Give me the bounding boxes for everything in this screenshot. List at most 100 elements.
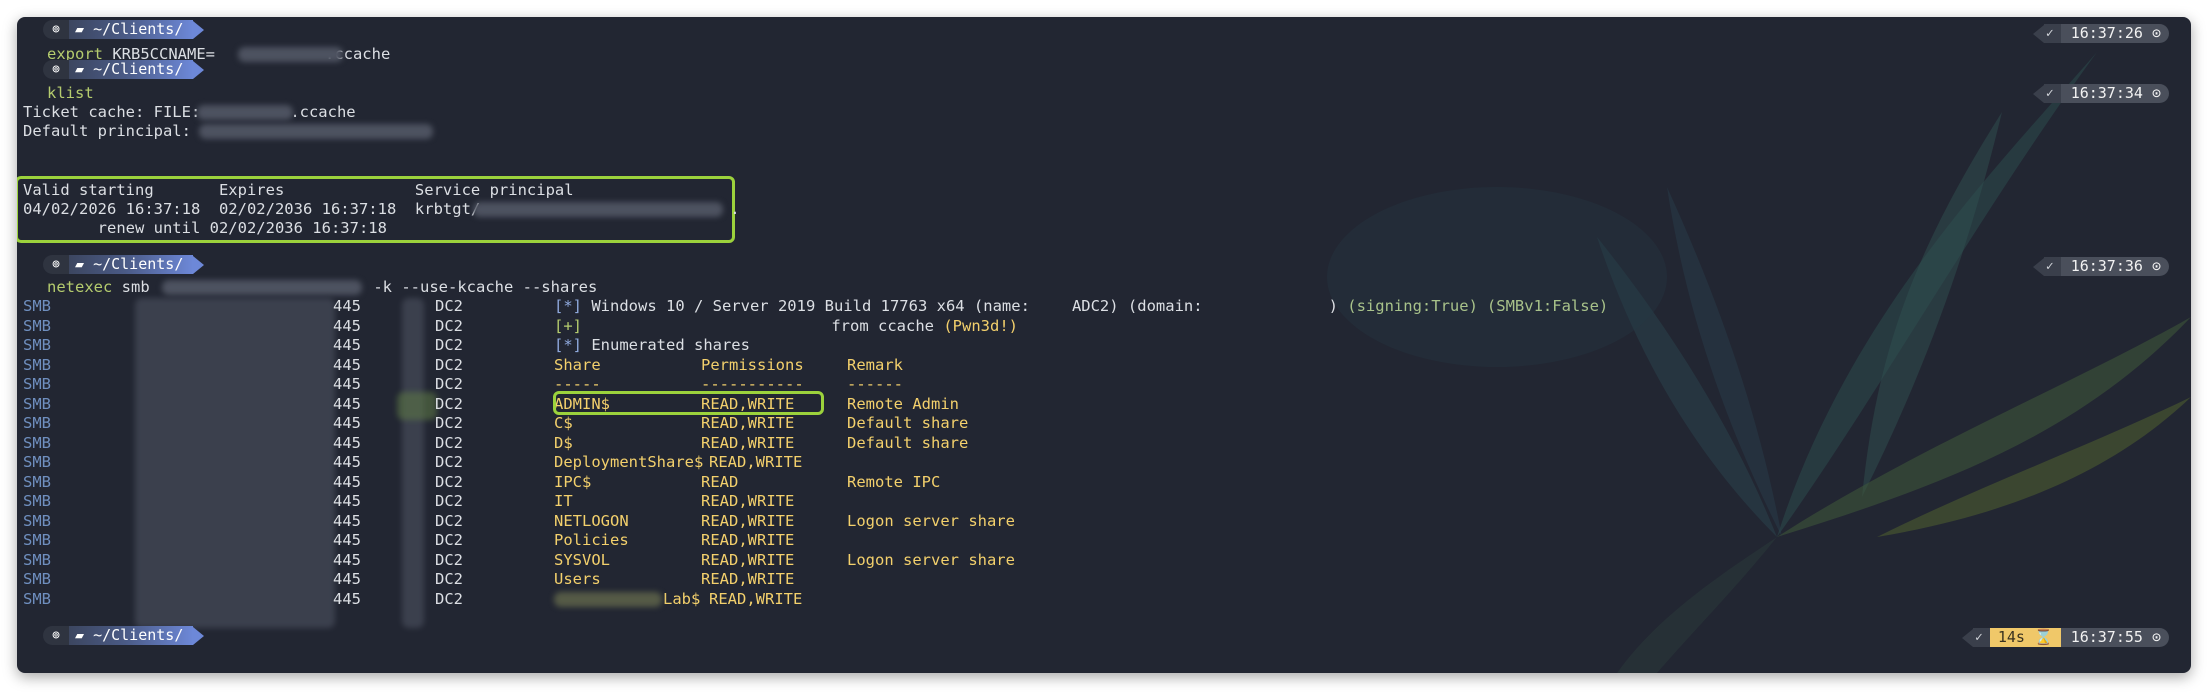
protocol-label: SMB bbox=[23, 355, 51, 374]
port-value: 445 bbox=[333, 297, 361, 315]
share-permissions: READ,WRITE bbox=[701, 414, 795, 432]
status-tag: [*] bbox=[554, 336, 582, 354]
distro-logo-icon: ⊚ bbox=[43, 20, 69, 39]
host-name: DC2 bbox=[435, 414, 463, 432]
host-name: DC2 bbox=[435, 433, 463, 452]
smb-output-row: SMB 445 DC2 NETLOGON READ,WRITE Logon server … bbox=[17, 511, 2191, 531]
output-text: Ticket cache: FILE: bbox=[23, 103, 201, 121]
clock-icon: ⊙ bbox=[2151, 84, 2161, 102]
ticket-table-header: Valid starting Expires Service principal bbox=[23, 181, 574, 199]
output-line: Default principal: bbox=[23, 121, 200, 141]
share-name: NETLOGON bbox=[554, 511, 629, 530]
host-name: DC2 bbox=[435, 511, 463, 530]
check-icon: ✓ bbox=[2043, 84, 2061, 103]
status-arrow bbox=[2032, 24, 2044, 43]
share-permissions: READ,WRITE bbox=[701, 433, 795, 452]
prompt-arrow bbox=[193, 20, 205, 39]
prompt-dir-text: ~/Clients/ bbox=[93, 626, 184, 644]
prompt-arrow bbox=[193, 255, 205, 274]
host-name: DC2 bbox=[435, 453, 463, 471]
share-permissions: READ,WRITE bbox=[709, 453, 803, 471]
prompt-directory: ▰ ~/Clients/ bbox=[69, 626, 194, 645]
clock-icon: ⊙ bbox=[2151, 257, 2161, 275]
protocol-label: SMB bbox=[23, 511, 51, 530]
share-permissions: READ,WRITE bbox=[701, 531, 795, 549]
share-column-header: Share bbox=[554, 355, 601, 374]
port-value: 445 bbox=[333, 355, 361, 374]
smbv1-info: (SMBv1:False) bbox=[1486, 297, 1609, 315]
share-name: C$ bbox=[554, 414, 573, 432]
port-value: 445 bbox=[333, 492, 361, 510]
host-name: DC2 bbox=[435, 355, 463, 374]
smb-output-row: SMB 445 DC2 Share Permissions Remark bbox=[17, 355, 2191, 375]
info-text: from ccache bbox=[822, 316, 944, 335]
share-permissions: READ bbox=[701, 472, 739, 491]
protocol-label: SMB bbox=[23, 531, 51, 549]
clock-icon: ⊙ bbox=[2151, 24, 2161, 42]
smb-output-row: SMB 445 DC2 ----- ----------- ------ bbox=[17, 374, 2191, 394]
output-line: Ticket cache: FILE: .ccache bbox=[23, 102, 356, 122]
distro-logo-icon: ⊚ bbox=[43, 626, 69, 645]
info-text: Windows 10 / Server 2019 Build 17763 x64… bbox=[582, 297, 1030, 315]
prompt-arrow bbox=[193, 626, 205, 645]
info-line: [*] Windows 10 / Server 2019 Build 17763… bbox=[554, 296, 1608, 316]
ticket-table-row: renew until 02/02/2036 16:37:18 bbox=[23, 219, 387, 237]
port-value: 445 bbox=[333, 589, 361, 608]
check-icon: ✓ bbox=[1973, 628, 1990, 647]
port-value: 445 bbox=[333, 394, 361, 413]
port-value: 445 bbox=[333, 414, 361, 432]
redacted-region bbox=[162, 280, 362, 295]
protocol-label: SMB bbox=[23, 550, 51, 569]
host-name: DC2 bbox=[435, 297, 463, 315]
protocol-label: SMB bbox=[23, 453, 51, 471]
status-arrow bbox=[2032, 84, 2044, 103]
port-value: 445 bbox=[333, 433, 361, 452]
distro-logo-icon: ⊚ bbox=[43, 60, 69, 79]
host-name: DC2 bbox=[435, 570, 463, 588]
share-remark: Logon server share bbox=[847, 511, 1015, 530]
redacted-region bbox=[238, 47, 343, 62]
redacted-region bbox=[473, 202, 723, 217]
pwned-badge: (Pwn3d!) bbox=[943, 316, 1018, 335]
port-value: 445 bbox=[333, 316, 361, 335]
time-text: 16:37:36 bbox=[2070, 257, 2143, 275]
check-icon: ✓ bbox=[2043, 24, 2061, 43]
share-permissions: READ,WRITE bbox=[709, 589, 803, 608]
check-icon: ✓ bbox=[2043, 257, 2061, 276]
command-keyword: netexec bbox=[47, 278, 113, 296]
redacted-region bbox=[197, 105, 293, 120]
port-value: 445 bbox=[333, 570, 361, 588]
prompt-time: 16:37:36 ⊙ bbox=[2060, 257, 2169, 276]
highlight-box bbox=[553, 391, 824, 415]
output-text: . bbox=[730, 200, 740, 218]
share-permissions: READ,WRITE bbox=[701, 492, 795, 510]
share-remark: Default share bbox=[847, 414, 969, 432]
auth-line: [+] from ccache (Pwn3d!) bbox=[554, 316, 1018, 336]
prompt-right-status: ✓ 16:37:34 ⊙ bbox=[2032, 84, 2169, 103]
redacted-region bbox=[554, 591, 662, 607]
folder-icon: ▰ bbox=[75, 626, 85, 644]
host-name: DC2 bbox=[435, 316, 463, 335]
prompt-right-status: ✓ 16:37:36 ⊙ bbox=[2032, 257, 2169, 276]
column-separator: ------ bbox=[847, 375, 903, 393]
smb-output-row: SMB 445 DC2 Users READ,WRITE bbox=[17, 569, 2191, 589]
port-value: 445 bbox=[333, 511, 361, 530]
share-name: D$ bbox=[554, 433, 573, 452]
enum-line: [*] Enumerated shares bbox=[554, 335, 750, 355]
share-permissions: READ,WRITE bbox=[701, 511, 795, 530]
prompt-segment: ⊚ ▰ ~/Clients/ bbox=[43, 60, 205, 79]
host-name: DC2 bbox=[435, 375, 463, 393]
folder-icon: ▰ bbox=[75, 60, 85, 78]
share-name: DeploymentShare$ bbox=[554, 453, 704, 471]
remark-column-header: Remark bbox=[847, 355, 903, 374]
share-permissions: READ,WRITE bbox=[701, 570, 795, 588]
terminal-window[interactable]: ⊚ ▰ ~/Clients/ ✓ 16:37:26 ⊙ export KRB5C… bbox=[17, 17, 2191, 673]
prompt-time: 16:37:55 ⊙ bbox=[2060, 628, 2169, 647]
share-name: IT bbox=[554, 492, 573, 510]
share-remark: Default share bbox=[847, 433, 969, 452]
smb-output-row: SMB 445 DC2 [+] from ccache (Pwn3d!) bbox=[17, 316, 2191, 336]
protocol-label: SMB bbox=[23, 297, 51, 315]
protocol-label: SMB bbox=[23, 414, 51, 432]
smb-output-row: SMB 445 DC2 ADMIN$ READ,WRITE Remote Admin bbox=[17, 394, 2191, 414]
command-text: smb bbox=[112, 278, 159, 296]
